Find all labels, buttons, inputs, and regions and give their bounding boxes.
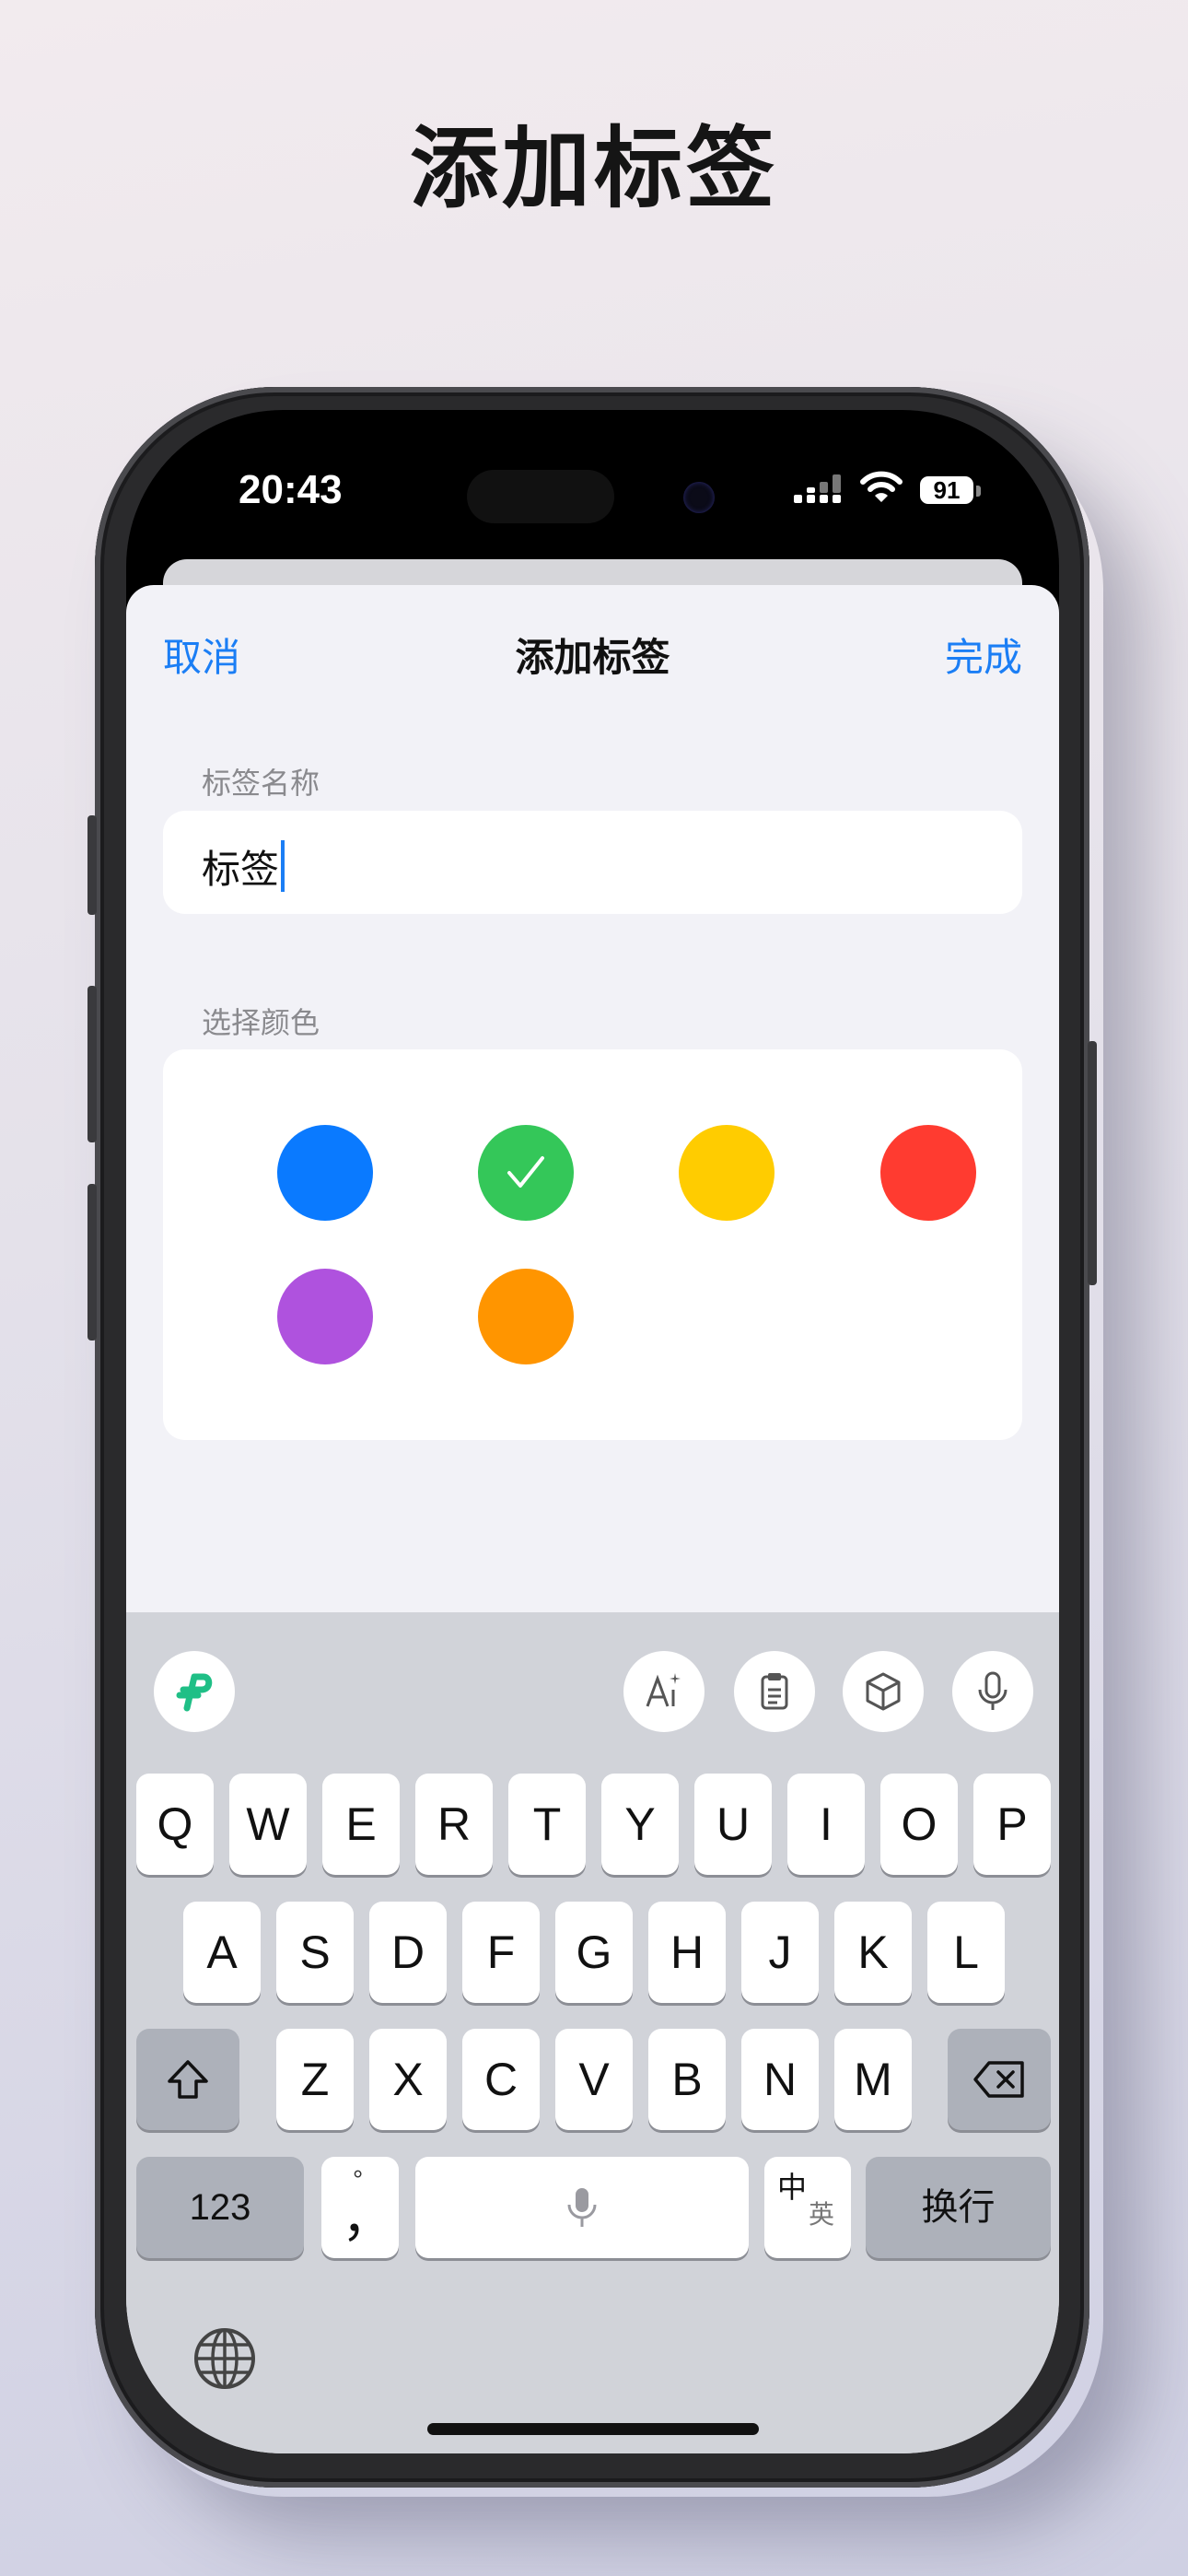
language-key-bottom: 英 [809, 2200, 835, 2229]
delete-key[interactable] [948, 2029, 1051, 2130]
punctuation-key-main: ， [342, 2189, 393, 2247]
key-r[interactable]: R [415, 1774, 493, 1875]
promo-title: 添加标签 [410, 117, 778, 220]
key-y[interactable]: Y [601, 1774, 679, 1875]
key-q[interactable]: Q [136, 1774, 214, 1875]
color-picker-card [163, 1049, 1022, 1440]
tag-name-label: 标签名称 [202, 766, 320, 801]
key-o[interactable]: O [880, 1774, 958, 1875]
cellular-signal-icon [794, 474, 841, 503]
key-z[interactable]: Z [276, 2029, 354, 2130]
key-j[interactable]: J [741, 1902, 819, 2003]
power-button [1088, 1041, 1097, 1285]
key-u[interactable]: U [694, 1774, 772, 1875]
key-k[interactable]: K [834, 1902, 912, 2003]
color-swatch-blue[interactable] [277, 1125, 373, 1221]
key-m[interactable]: M [834, 2029, 912, 2130]
phone-screen: 20:43 91 添加标签 取消 完成 标签名称 标签 选择颜色 Q W E R… [126, 410, 1059, 2453]
ai-text-icon[interactable] [623, 1651, 705, 1732]
home-indicator[interactable] [427, 2423, 759, 2435]
color-swatch-orange[interactable] [478, 1269, 574, 1364]
color-swatch-purple[interactable] [277, 1269, 373, 1364]
space-key[interactable] [415, 2157, 749, 2258]
keyboard: Q W E R T Y U I O P A S D F G H J K L Z … [126, 1612, 1059, 2453]
key-h[interactable]: H [648, 1902, 726, 2003]
tag-name-field[interactable]: 标签 [163, 811, 1022, 914]
key-v[interactable]: V [555, 2029, 633, 2130]
key-f[interactable]: F [462, 1902, 540, 2003]
tag-name-text: 标签 [202, 847, 280, 892]
key-n[interactable]: N [741, 2029, 819, 2130]
dynamic-island [467, 470, 614, 523]
key-b[interactable]: B [648, 2029, 726, 2130]
status-time: 20:43 [239, 467, 343, 512]
color-section-label: 选择颜色 [202, 1005, 320, 1040]
app-logo-icon[interactable] [154, 1651, 235, 1732]
color-swatch-green[interactable] [478, 1125, 574, 1221]
key-d[interactable]: D [369, 1902, 447, 2003]
microphone-icon[interactable] [952, 1651, 1033, 1732]
nav-title: 添加标签 [515, 635, 670, 680]
key-c[interactable]: C [462, 2029, 540, 2130]
key-s[interactable]: S [276, 1902, 354, 2003]
status-bar: 20:43 91 [126, 410, 1059, 576]
color-swatch-yellow[interactable] [679, 1125, 775, 1221]
language-switch-key[interactable]: 中 英 [764, 2157, 851, 2258]
action-button [87, 815, 97, 915]
delete-icon [973, 2061, 1024, 2098]
clipboard-icon[interactable] [734, 1651, 815, 1732]
battery-icon [976, 486, 981, 497]
volume-up-button [87, 986, 97, 1142]
key-l[interactable]: L [927, 1902, 1005, 2003]
key-a[interactable]: A [183, 1902, 261, 2003]
language-key-top: 中 [777, 2171, 808, 2204]
key-p[interactable]: P [973, 1774, 1051, 1875]
numbers-key[interactable]: 123 [136, 2157, 304, 2258]
key-w[interactable]: W [229, 1774, 307, 1875]
cancel-button[interactable]: 取消 [163, 626, 240, 683]
wifi-icon [860, 471, 903, 502]
done-button[interactable]: 完成 [945, 626, 1022, 683]
shift-key[interactable] [136, 2029, 239, 2130]
dictation-icon [567, 2188, 597, 2227]
shift-icon [168, 2060, 208, 2099]
tag-name-input-value[interactable]: 标签 [202, 838, 285, 895]
volume-down-button [87, 1184, 97, 1341]
globe-icon[interactable] [192, 2326, 257, 2391]
key-t[interactable]: T [508, 1774, 586, 1875]
camera-icon [683, 482, 715, 513]
battery-level: 91 [920, 476, 973, 504]
color-swatch-red[interactable] [880, 1125, 976, 1221]
key-x[interactable]: X [369, 2029, 447, 2130]
key-g[interactable]: G [555, 1902, 633, 2003]
punctuation-key[interactable]: ° ， [321, 2157, 399, 2258]
checkmark-icon [507, 1156, 544, 1188]
return-key[interactable]: 换行 [866, 2157, 1051, 2258]
cube-icon[interactable] [843, 1651, 924, 1732]
key-i[interactable]: I [787, 1774, 865, 1875]
text-caret [281, 840, 285, 892]
key-e[interactable]: E [322, 1774, 400, 1875]
